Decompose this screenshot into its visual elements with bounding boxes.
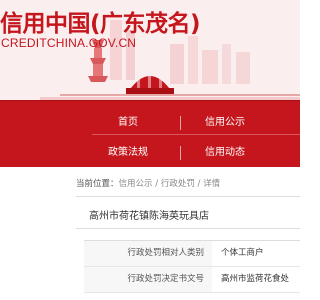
breadcrumb-credit-publicity[interactable]: 信用公示	[119, 179, 153, 189]
nav-item-credit-news[interactable]: 信用动态	[179, 145, 271, 161]
title-divider	[76, 228, 300, 229]
breadcrumb-separator: /	[152, 179, 161, 189]
content-divider	[76, 196, 300, 197]
nav-item-policies[interactable]: 政策法规	[82, 145, 174, 161]
breadcrumb-lead: 当前位置：	[76, 179, 119, 189]
record-info-table: 行政处罚相对人类别 个体工商户 行政处罚决定书文号 高州市监荷花食处	[84, 240, 300, 293]
table-row: 行政处罚相对人类别 个体工商户	[84, 241, 300, 267]
breadcrumb-separator: /	[194, 179, 204, 189]
field-value: 高州市监荷花食处	[221, 274, 290, 284]
site-domain: CREDITCHINA.GOV.CN	[1, 36, 137, 50]
field-label: 行政处罚相对人类别	[84, 241, 212, 266]
nav-divider	[92, 134, 300, 135]
nav-item-credit-publicity[interactable]: 信用公示	[179, 115, 271, 131]
field-value: 个体工商户	[221, 248, 264, 258]
site-title: 信用中国(广东茂名)	[0, 11, 201, 37]
field-label: 行政处罚决定书文号	[84, 267, 212, 292]
main-nav: 首页 信用公示 政策法规 信用动态	[0, 100, 300, 167]
table-row: 行政处罚决定书文号 高州市监荷花食处	[84, 267, 300, 293]
record-title: 高州市荷花镇陈海英玩具店	[89, 211, 209, 222]
breadcrumb-admin-penalty[interactable]: 行政处罚	[161, 179, 195, 189]
nav-item-home[interactable]: 首页	[82, 115, 174, 131]
breadcrumb: 当前位置：信用公示 / 行政处罚 / 详情	[76, 177, 220, 189]
header-banner: 信用中国(广东茂名) CREDITCHINA.GOV.CN	[0, 0, 300, 100]
breadcrumb-current: 详情	[203, 179, 221, 189]
